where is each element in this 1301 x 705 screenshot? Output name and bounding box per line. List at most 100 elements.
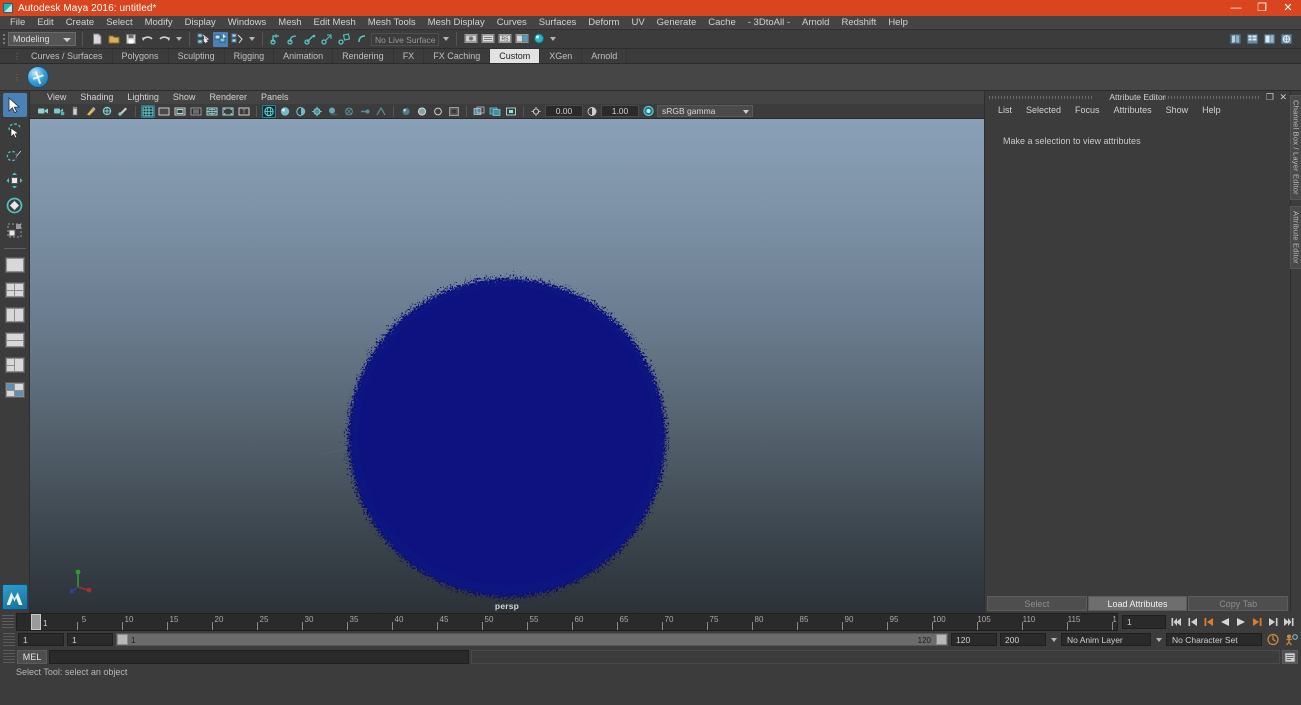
- move-tool[interactable]: [3, 168, 27, 192]
- texture-icon[interactable]: [399, 105, 413, 118]
- step-forward-keyframe-icon[interactable]: [1266, 615, 1279, 629]
- shelf-tab-fx-caching[interactable]: FX Caching: [424, 49, 491, 63]
- lasso-select-tool[interactable]: [3, 118, 27, 142]
- wireframe-icon[interactable]: [262, 104, 276, 118]
- show-hide-channel-box-icon[interactable]: [1279, 32, 1294, 47]
- script-editor-icon[interactable]: [1282, 650, 1298, 664]
- gamma-field[interactable]: 1.00: [601, 105, 639, 117]
- snap-to-grid-icon[interactable]: [269, 32, 284, 47]
- time-slider[interactable]: 1 5 10 15 20 25 30 35 40 45 50 55 60 65 70 75 80 85 90 95 1…: [16, 613, 1118, 631]
- exposure-icon[interactable]: [529, 105, 543, 118]
- attribute-editor-menu-selected[interactable]: Selected: [1019, 103, 1068, 118]
- select-by-component-type-icon[interactable]: [230, 32, 245, 47]
- menu-item-edit[interactable]: Edit: [31, 16, 59, 30]
- menu-item-mesh[interactable]: Mesh: [272, 16, 307, 30]
- animation-start-field[interactable]: 1: [18, 633, 64, 646]
- viewport-menu-view[interactable]: View: [40, 91, 73, 104]
- make-live-icon[interactable]: [354, 32, 369, 47]
- gamma-icon[interactable]: [585, 105, 599, 118]
- range-start-handle[interactable]: [117, 634, 128, 645]
- three-panes-split-layout[interactable]: [3, 353, 27, 377]
- snap-to-point-icon[interactable]: [303, 32, 318, 47]
- live-surface-field[interactable]: No Live Surface: [371, 32, 439, 46]
- animation-preferences-icon[interactable]: [1283, 632, 1298, 647]
- attribute-editor-menu-help[interactable]: Help: [1195, 103, 1228, 118]
- save-scene-icon[interactable]: [123, 32, 138, 47]
- show-hide-attribute-editor-icon[interactable]: [1245, 32, 1260, 47]
- smooth-shade-all-icon[interactable]: [278, 105, 292, 118]
- menu-item-arnold[interactable]: Arnold: [796, 16, 835, 30]
- color-management-select[interactable]: sRGB gamma: [657, 105, 753, 117]
- two-dimensional-pan-zoom-icon[interactable]: [116, 105, 130, 118]
- exposure-field[interactable]: 0.00: [545, 105, 583, 117]
- animation-end-field[interactable]: 200: [1000, 633, 1046, 646]
- range-slider-grip[interactable]: [3, 632, 15, 647]
- undock-panel-icon[interactable]: ❐: [1266, 92, 1274, 103]
- shadows-icon[interactable]: [326, 105, 340, 118]
- render-settings-icon[interactable]: RS: [497, 32, 512, 47]
- scale-tool[interactable]: [3, 218, 27, 242]
- image-plane-icon[interactable]: [100, 105, 114, 118]
- command-line-grip[interactable]: [3, 650, 15, 664]
- viewport-menu-renderer[interactable]: Renderer: [202, 91, 254, 104]
- ipr-render-icon[interactable]: [480, 32, 495, 47]
- shelf-tab-sculpting[interactable]: Sculpting: [169, 49, 225, 63]
- shelf-tab-rigging[interactable]: Rigging: [225, 49, 275, 63]
- range-slider-bar[interactable]: 1 120: [116, 633, 948, 646]
- play-backwards-icon[interactable]: [1218, 615, 1231, 629]
- safe-action-icon[interactable]: [221, 105, 235, 118]
- step-back-keyframe-icon[interactable]: [1186, 615, 1199, 629]
- command-language-button[interactable]: MEL: [17, 650, 47, 664]
- menu-item-edit-mesh[interactable]: Edit Mesh: [308, 16, 362, 30]
- range-end-handle[interactable]: [936, 634, 947, 645]
- command-input[interactable]: [49, 650, 469, 664]
- shelf-tab-rendering[interactable]: Rendering: [333, 49, 394, 63]
- viewport-menu-show[interactable]: Show: [166, 91, 203, 104]
- step-back-frame-icon[interactable]: [1202, 615, 1215, 629]
- menu-item-uv[interactable]: UV: [625, 16, 650, 30]
- menu-item-select[interactable]: Select: [100, 16, 138, 30]
- smooth-shade-selected-icon[interactable]: [294, 105, 308, 118]
- paint-select-tool[interactable]: [3, 143, 27, 167]
- field-chart-icon[interactable]: [205, 105, 219, 118]
- auto-keyframe-toggle-icon[interactable]: [1265, 632, 1280, 647]
- motion-blur-icon[interactable]: [358, 105, 372, 118]
- play-forwards-icon[interactable]: [1234, 615, 1247, 629]
- select-by-object-type-icon[interactable]: [213, 31, 228, 47]
- snap-to-view-plane-icon[interactable]: [337, 32, 352, 47]
- multisample-anti-aliasing-icon[interactable]: [374, 105, 388, 118]
- select-by-hierarchy-icon[interactable]: [196, 32, 211, 47]
- perspective-viewport[interactable]: persp: [30, 119, 984, 613]
- gate-mask-icon[interactable]: [189, 105, 203, 118]
- menu-set-selector[interactable]: Modeling: [8, 32, 76, 46]
- shelf-tab-custom[interactable]: Custom: [490, 49, 541, 63]
- menu-item-generate[interactable]: Generate: [651, 16, 703, 30]
- open-scene-icon[interactable]: [106, 32, 121, 47]
- menu-item-display[interactable]: Display: [179, 16, 222, 30]
- shelf-tab-animation[interactable]: Animation: [274, 49, 334, 63]
- current-time-indicator[interactable]: 1: [31, 614, 47, 630]
- film-gate-icon[interactable]: [157, 105, 171, 118]
- select-tool[interactable]: [2, 93, 27, 117]
- attribute-editor-menu-list[interactable]: List: [991, 103, 1019, 118]
- show-hide-tool-settings-icon[interactable]: [1262, 32, 1277, 47]
- lock-camera-icon[interactable]: [52, 105, 66, 118]
- attribute-editor-menu-focus[interactable]: Focus: [1068, 103, 1107, 118]
- screen-space-ambient-occlusion-icon[interactable]: [342, 105, 356, 118]
- shelf-tab-xgen[interactable]: XGen: [540, 49, 583, 63]
- attribute-editor-menu-attributes[interactable]: Attributes: [1107, 103, 1159, 118]
- two-panes-stacked-layout[interactable]: [3, 328, 27, 352]
- menu-item-create[interactable]: Create: [60, 16, 101, 30]
- render-view-icon[interactable]: [531, 32, 546, 47]
- persp-outliner-layout[interactable]: [3, 378, 27, 402]
- range-end-field[interactable]: 120: [951, 633, 997, 646]
- close-panel-icon[interactable]: ✕: [1279, 92, 1287, 103]
- go-to-end-icon[interactable]: [1282, 615, 1295, 629]
- select-camera-icon[interactable]: [36, 105, 50, 118]
- viewport-menu-shading[interactable]: Shading: [73, 91, 120, 104]
- chevron-down-icon[interactable]: [1049, 633, 1058, 646]
- shelf-tab-fx[interactable]: FX: [394, 49, 425, 63]
- snap-to-projected-center-icon[interactable]: [320, 32, 335, 47]
- chevron-down-icon[interactable]: [1154, 633, 1163, 646]
- step-forward-frame-icon[interactable]: [1250, 615, 1263, 629]
